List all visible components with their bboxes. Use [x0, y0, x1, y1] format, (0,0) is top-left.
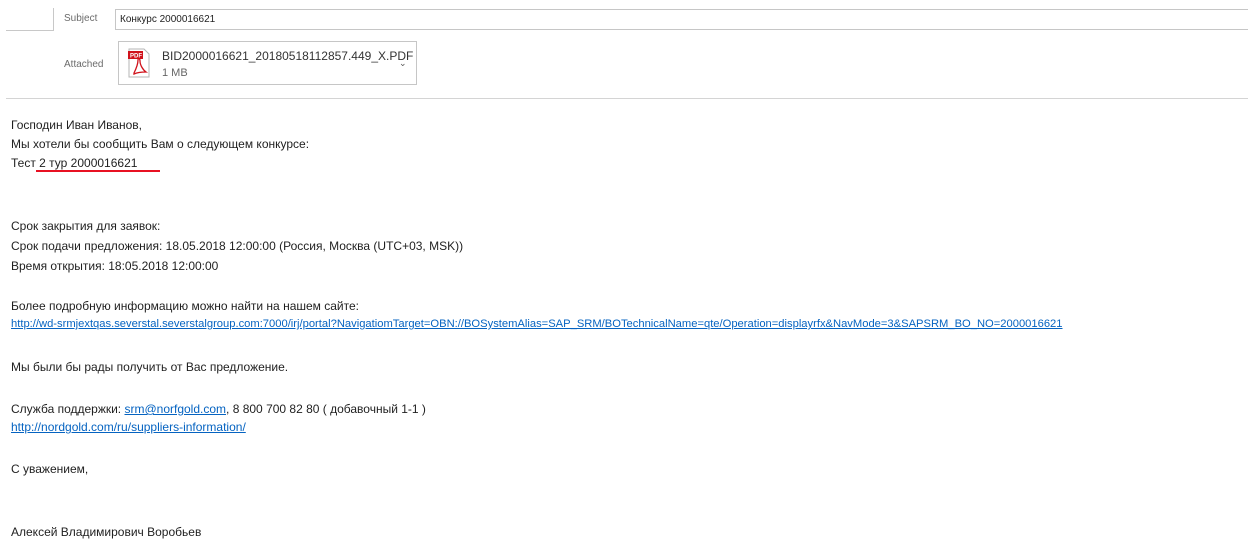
- highlight-underline: [36, 170, 160, 172]
- header-divider: [6, 98, 1248, 99]
- submission-deadline: Срок подачи предложения: 18.05.2018 12:0…: [11, 239, 464, 253]
- pdf-file-icon: PDF: [128, 48, 150, 78]
- attachment-filename: BID2000016621_20180518112857.449_X.PDF: [162, 49, 414, 63]
- attachment-item[interactable]: PDF BID2000016621_20180518112857.449_X.P…: [118, 41, 417, 85]
- more-info-text: Более подробную информацию можно найти н…: [11, 299, 359, 313]
- pdf-badge-text: PDF: [130, 54, 142, 60]
- attachment-size: 1 MB: [162, 67, 188, 79]
- subject-label: Subject: [64, 13, 98, 24]
- suppliers-info-link[interactable]: http://nordgold.com/ru/suppliers-informa…: [11, 420, 246, 434]
- intro-text: Мы хотели бы сообщить Вам о следующем ко…: [11, 137, 310, 151]
- signature-name: Алексей Владимирович Воробьев: [11, 525, 202, 539]
- deadline-heading: Срок закрытия для заявок:: [11, 219, 161, 233]
- chevron-down-icon[interactable]: ⌄: [399, 58, 407, 69]
- from-field[interactable]: [6, 8, 54, 31]
- tender-name: Тест 2 тур 2000016621: [11, 156, 138, 170]
- support-prefix: Служба поддержки:: [11, 402, 125, 416]
- regards-text: С уважением,: [11, 462, 89, 476]
- glad-text: Мы были бы рады получить от Вас предложе…: [11, 360, 289, 374]
- opening-time: Время открытия: 18:05.2018 12:00:00: [11, 259, 219, 273]
- support-phone: , 8 800 700 82 80 ( добавочный 1-1 ): [226, 402, 426, 416]
- support-line: Служба поддержки: srm@norfgold.com, 8 80…: [11, 402, 426, 416]
- greeting: Господин Иван Иванов,: [11, 118, 142, 132]
- support-email-link[interactable]: srm@norfgold.com: [124, 402, 226, 416]
- attached-label: Attached: [64, 59, 104, 70]
- subject-field[interactable]: Конкурс 2000016621: [115, 9, 1248, 30]
- portal-link[interactable]: http://wd-srmjextqas.severstal.severstal…: [11, 318, 1063, 330]
